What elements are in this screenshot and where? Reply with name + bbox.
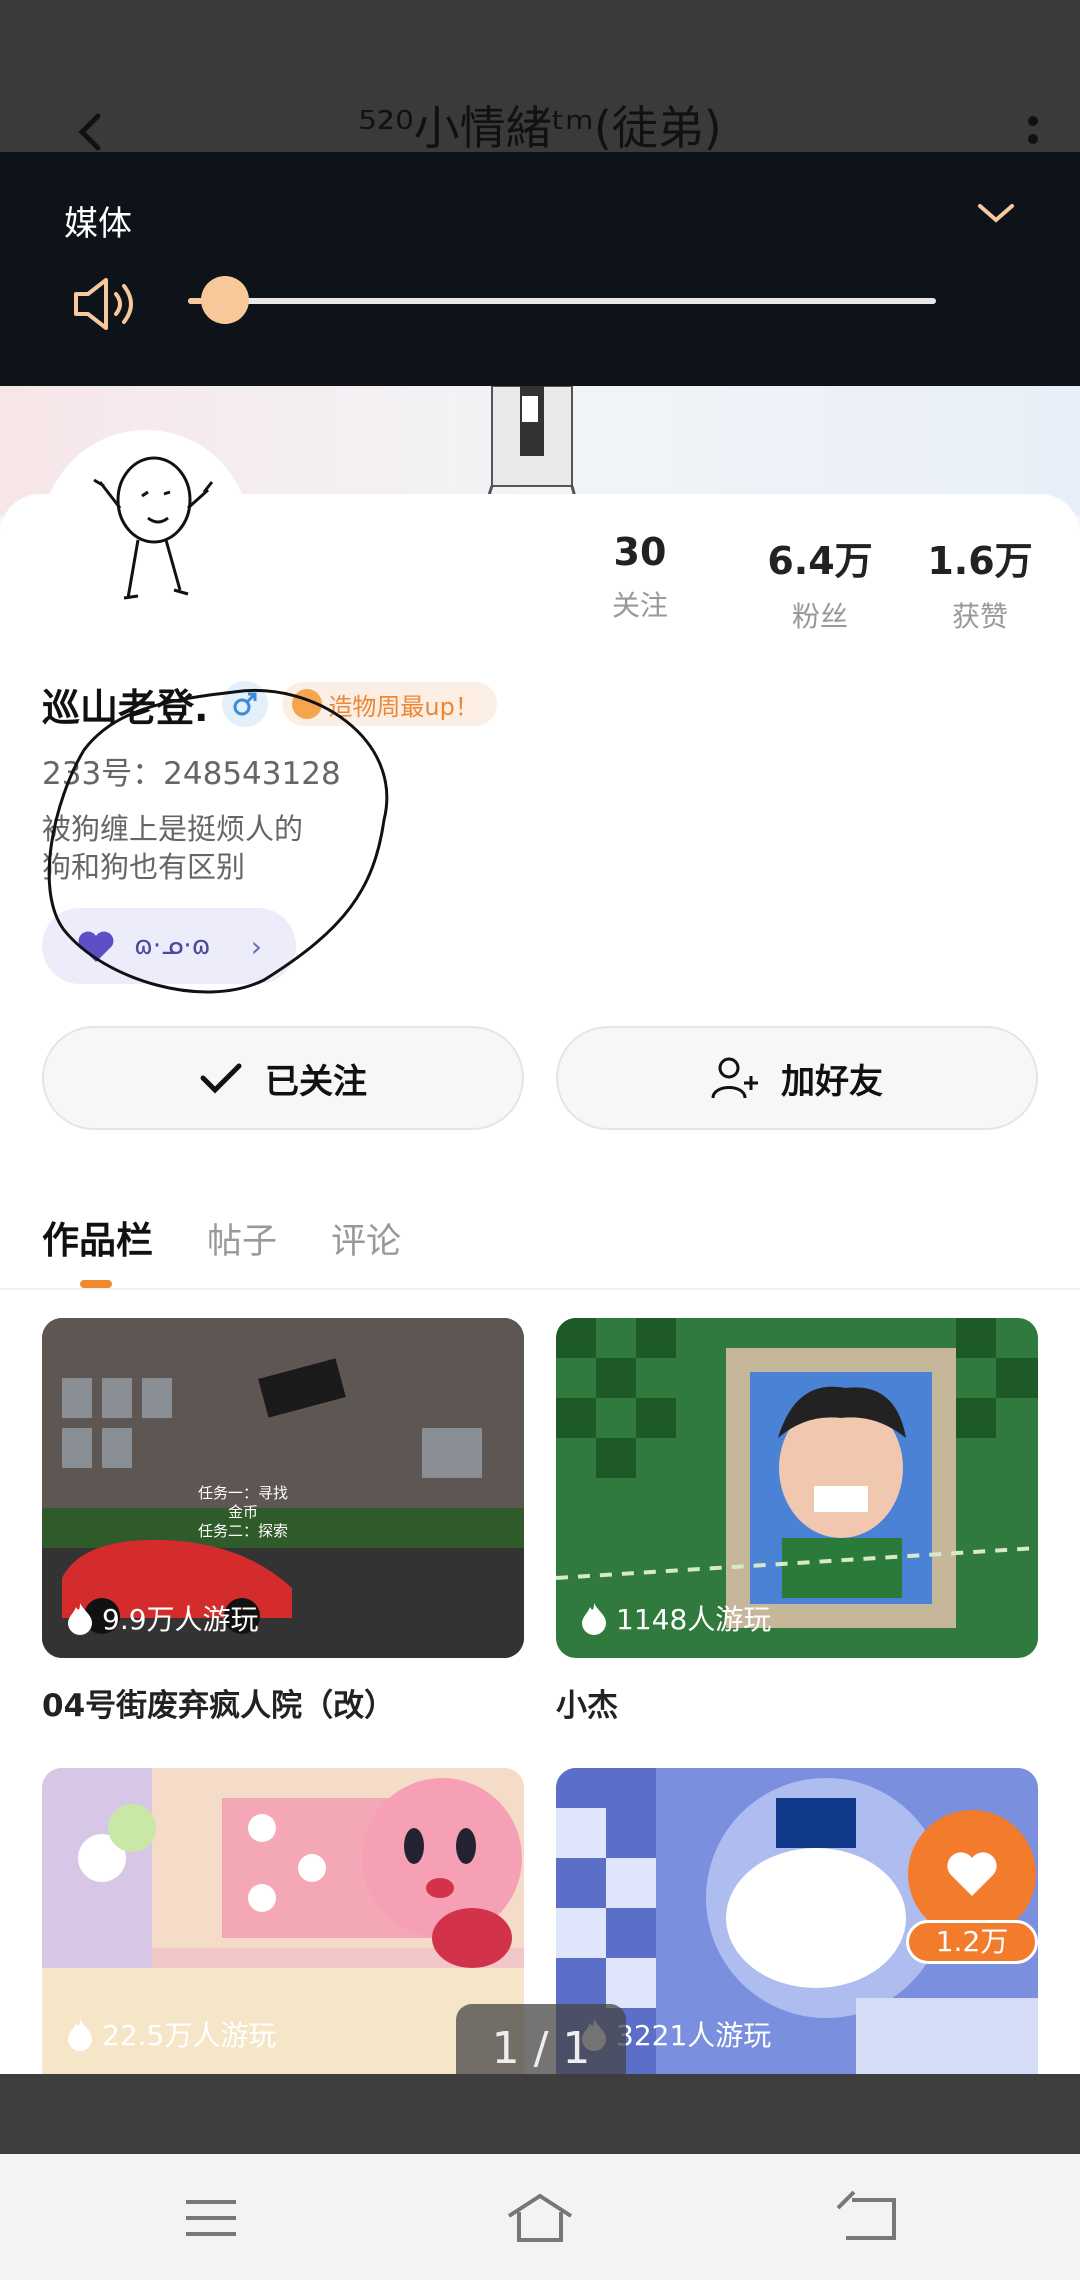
check-icon [200,1063,242,1094]
volume-slider-knob[interactable] [201,276,250,324]
menu-icon[interactable] [176,2190,246,2246]
stat-label: 粉丝 [791,600,848,633]
play-count: 9.9万人游玩 [66,1598,259,1638]
like-count: 1.2万 [906,1920,1038,1964]
work-thumbnail[interactable]: 1148人游玩 [556,1318,1038,1658]
followed-label: 已关注 [265,1061,367,1102]
play-count-text: 9.9万人游玩 [102,1603,259,1636]
user-name: 巡山老登. [42,685,209,730]
fan-group-tag[interactable]: ɷ·ᓄ·ɷ › [42,908,296,984]
play-count-text: 1148人游玩 [616,1603,772,1636]
stat-label: 关注 [611,589,668,622]
bio-line: 被狗缠上是挺烦人的 [42,812,304,846]
stat-likes[interactable]: 1.6万 获赞 [900,530,1060,635]
chevron-down-icon[interactable] [976,198,1016,228]
flame-icon [68,1603,92,1635]
stat-value: 1.6万 [927,539,1033,583]
work-card[interactable]: 任务一：寻找 金币 任务二：探索 9.9万人游玩 04号街废弃疯人院（改） [42,1318,524,1725]
volume-track[interactable] [188,298,936,304]
divider [0,1288,1080,1290]
user-id: 233号：248543128 [42,756,341,792]
system-strip [0,2074,1080,2154]
stat-following[interactable]: 30 关注 [560,530,720,624]
tag-text: ɷ·ᓄ·ɷ [134,931,211,961]
play-count-text: 22.5万人游玩 [102,2019,277,2052]
add-user-icon [711,1057,758,1099]
play-count: 22.5万人游玩 [66,2014,276,2054]
play-count: 1148人游玩 [580,1598,771,1638]
add-friend-label: 加好友 [781,1061,883,1102]
chevron-right-icon: › [250,929,262,963]
heart-icon [947,1852,997,1896]
work-card[interactable]: 1148人游玩 小杰 [556,1318,1038,1725]
like-button[interactable] [908,1810,1036,1938]
thumbnail-caption: 任务一：寻找 金币 任务二：探索 [198,1484,288,1541]
profile-stats: 30 关注 6.4万 粉丝 1.6万 获赞 [560,530,1060,633]
tab-comments[interactable]: 评论 [331,1213,401,1264]
media-volume-panel: 媒体 [0,152,1080,386]
stat-label: 获赞 [951,600,1008,633]
male-gender-icon [222,681,269,727]
play-count-text: 3221人游玩 [616,2019,772,2052]
flame-icon [582,1603,606,1635]
bio-line: 狗和狗也有区别 [42,850,246,884]
media-label: 媒体 [64,204,132,244]
work-thumbnail[interactable]: 22.5万人游玩 [42,1768,524,2074]
work-card[interactable]: 22.5万人游玩 [42,1768,524,2074]
user-bio: 被狗缠上是挺烦人的 狗和狗也有区别 [42,810,303,886]
badge-label: 造物周最up！ [328,692,479,721]
thumbnail-caption-line: 任务二：探索 [198,1522,289,1540]
work-title[interactable]: 小杰 [556,1680,1038,1725]
home-icon[interactable] [505,2190,575,2246]
active-tab-indicator [80,1280,112,1288]
name-row: 巡山老登. 造物周最up！ [42,676,497,732]
speaker-icon[interactable] [72,274,142,334]
more-options-icon[interactable] [1026,116,1040,152]
thumbnail-caption-line: 任务一：寻找 [198,1484,289,1502]
thumbnail-caption-line: 金币 [228,1503,259,1521]
work-title[interactable]: 04号街废弃疯人院（改） [42,1680,524,1725]
flame-icon [68,2019,92,2051]
stat-value: 6.4万 [767,539,873,583]
profile-tabs: 作品栏 帖子 评论 [42,1204,455,1264]
system-navigation-bar [0,2154,1080,2280]
stat-followers[interactable]: 6.4万 粉丝 [740,530,900,635]
badge-face-icon [292,689,323,719]
stat-value: 30 [613,530,667,574]
creator-badge[interactable]: 造物周最up！ [282,682,497,726]
page-title: ⁵²⁰小情緒ᵗᵐ(徒弟) [358,101,722,155]
work-thumbnail[interactable]: 任务一：寻找 金币 任务二：探索 9.9万人游玩 [42,1318,524,1658]
followed-button[interactable]: 已关注 [42,1026,524,1130]
tab-works[interactable]: 作品栏 [42,1210,153,1264]
heart-icon [78,931,114,962]
back-icon[interactable] [834,2190,904,2246]
add-friend-button[interactable]: 加好友 [556,1026,1038,1130]
tab-posts[interactable]: 帖子 [207,1213,277,1264]
top-bar: ⁵²⁰小情緒ᵗᵐ(徒弟) [0,0,1080,155]
avatar[interactable] [42,430,250,638]
